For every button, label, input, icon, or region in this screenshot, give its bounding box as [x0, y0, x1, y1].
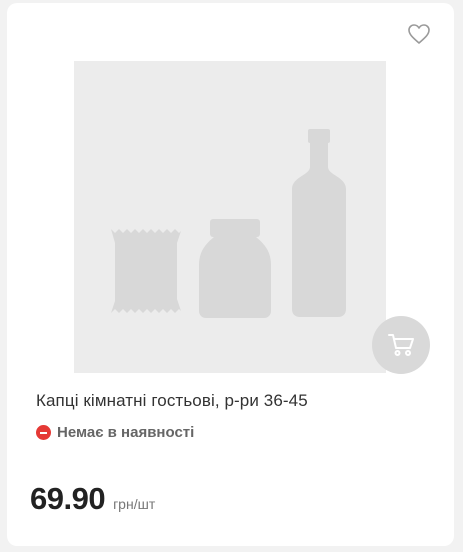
product-placeholder-illustration: [111, 129, 346, 318]
product-image-placeholder[interactable]: [74, 61, 386, 373]
bottle-body-shape: [292, 143, 346, 317]
jar-lid-shape: [210, 219, 260, 237]
heart-icon: [408, 24, 430, 44]
product-card[interactable]: Капці кімнатні гостьові, р-ри 36-45 Нема…: [7, 3, 454, 546]
price-value: 69.90: [30, 481, 106, 516]
bottle-cap-shape: [308, 129, 330, 143]
price-row: 69.90 грн/шт: [30, 481, 155, 517]
availability-text: Немає в наявності: [57, 424, 195, 441]
availability-status: Немає в наявності: [36, 424, 194, 441]
cart-icon: [388, 334, 414, 356]
price-unit: грн/шт: [113, 496, 156, 512]
add-to-cart-button[interactable]: [372, 316, 430, 374]
favorite-button[interactable]: [407, 23, 431, 45]
snack-bag-shape: [111, 229, 181, 313]
product-title[interactable]: Капці кімнатні гостьові, р-ри 36-45: [36, 391, 436, 411]
minus-circle-icon: [36, 425, 51, 440]
jar-body-shape: [199, 237, 271, 318]
